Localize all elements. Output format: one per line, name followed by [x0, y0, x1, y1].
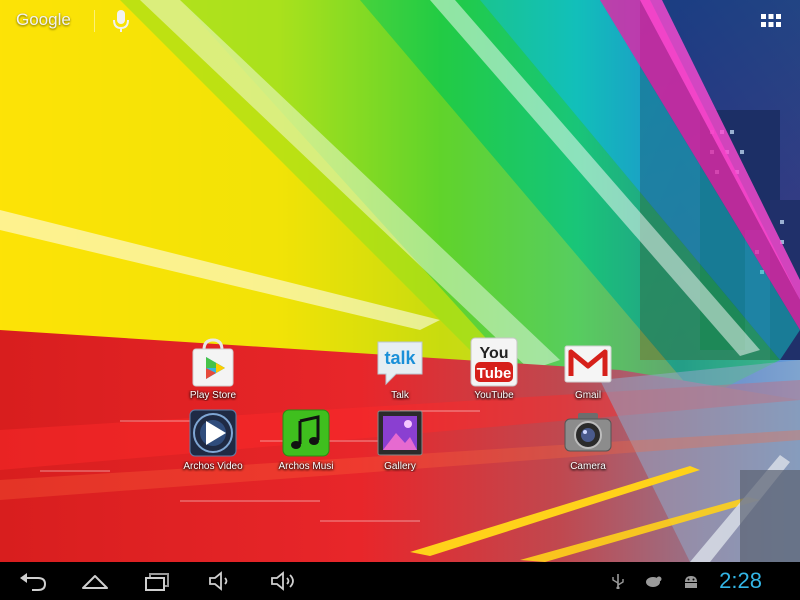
- recent-apps-icon-graphic: [145, 573, 169, 591]
- microphone-icon-graphic: [113, 10, 129, 32]
- all-apps-grid-icon[interactable]: [760, 12, 782, 30]
- app-camera[interactable]: Camera: [546, 407, 630, 477]
- youtube-icon-you: You: [479, 345, 508, 362]
- android-debug-icon-graphic: [685, 576, 697, 588]
- volume-up-icon[interactable]: [268, 570, 298, 592]
- play-store-icon: [192, 338, 234, 387]
- app-label-archos-music: Archos Musi: [278, 461, 334, 472]
- volume-down-icon[interactable]: [206, 570, 236, 592]
- home-icon[interactable]: [80, 570, 110, 592]
- recent-apps-icon[interactable]: [142, 570, 172, 592]
- android-home-screen: Google Play Store talk Talk You Tube You…: [0, 0, 800, 600]
- app-label-play-store: Play Store: [189, 390, 237, 401]
- usb-icon-graphic: [612, 574, 624, 590]
- google-search-label[interactable]: Google: [16, 10, 71, 30]
- back-icon-graphic: [20, 573, 47, 591]
- youtube-icon: You Tube: [470, 337, 518, 387]
- notification-icon-graphic: [646, 576, 662, 587]
- android-debug-icon[interactable]: [682, 573, 700, 589]
- talk-icon-text: talk: [384, 348, 416, 368]
- camera-icon: [564, 413, 612, 452]
- search-divider: [94, 10, 95, 32]
- app-archos-music[interactable]: Archos Musi: [264, 407, 348, 477]
- volume-up-icon-graphic: [271, 571, 294, 591]
- app-label-archos-video: Archos Video: [183, 461, 243, 472]
- status-clock[interactable]: 2:28: [719, 568, 762, 594]
- app-label-youtube: YouTube: [474, 390, 514, 401]
- app-gallery[interactable]: Gallery: [358, 407, 442, 477]
- talk-icon: talk: [377, 341, 423, 386]
- app-archos-video[interactable]: Archos Video: [171, 407, 255, 477]
- app-gmail[interactable]: Gmail: [546, 336, 630, 406]
- all-apps-grid-graphic: [761, 14, 781, 27]
- microphone-icon[interactable]: [112, 9, 130, 33]
- app-talk[interactable]: talk Talk: [358, 336, 442, 406]
- archos-video-icon: [189, 409, 237, 457]
- notification-icon[interactable]: [644, 573, 662, 589]
- youtube-icon-tube: Tube: [477, 365, 512, 382]
- back-icon[interactable]: [18, 570, 48, 592]
- system-navigation-bar: 2:28: [0, 562, 800, 600]
- archos-music-icon: [282, 409, 330, 457]
- app-label-talk: Talk: [391, 390, 409, 401]
- usb-icon[interactable]: [609, 573, 627, 590]
- gmail-icon: [564, 345, 612, 383]
- volume-down-icon-graphic: [209, 571, 228, 591]
- wallpaper: [0, 0, 800, 562]
- app-youtube[interactable]: You Tube YouTube: [452, 336, 536, 406]
- wallpaper-art: [0, 0, 800, 562]
- app-label-gallery: Gallery: [384, 461, 416, 472]
- app-play-store[interactable]: Play Store: [171, 336, 255, 406]
- app-label-camera: Camera: [570, 461, 606, 472]
- gallery-icon: [377, 410, 423, 456]
- home-icon-graphic: [82, 575, 108, 589]
- app-label-gmail: Gmail: [574, 390, 602, 401]
